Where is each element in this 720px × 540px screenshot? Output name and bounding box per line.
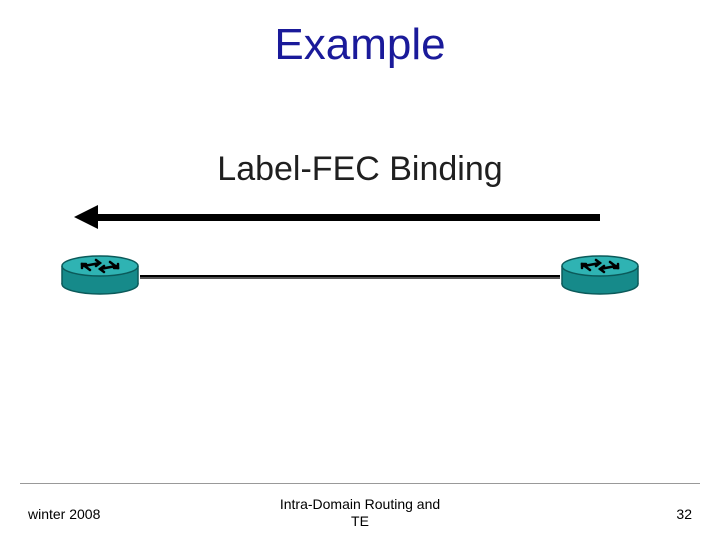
footer-page-number: 32 <box>676 506 692 522</box>
binding-arrow <box>80 205 640 229</box>
slide-title: Example <box>0 20 720 70</box>
router-top-icon <box>62 256 138 276</box>
router-left <box>60 254 140 296</box>
footer-center-text: Intra-Domain Routing and TE <box>0 496 720 530</box>
link-line <box>140 275 560 277</box>
router-top-icon <box>562 256 638 276</box>
router-icon <box>560 254 640 296</box>
router-right <box>560 254 640 296</box>
binding-label: Label-FEC Binding <box>0 150 720 189</box>
footer-divider <box>20 483 700 484</box>
router-icon <box>60 254 140 296</box>
arrow-shaft <box>94 214 600 221</box>
